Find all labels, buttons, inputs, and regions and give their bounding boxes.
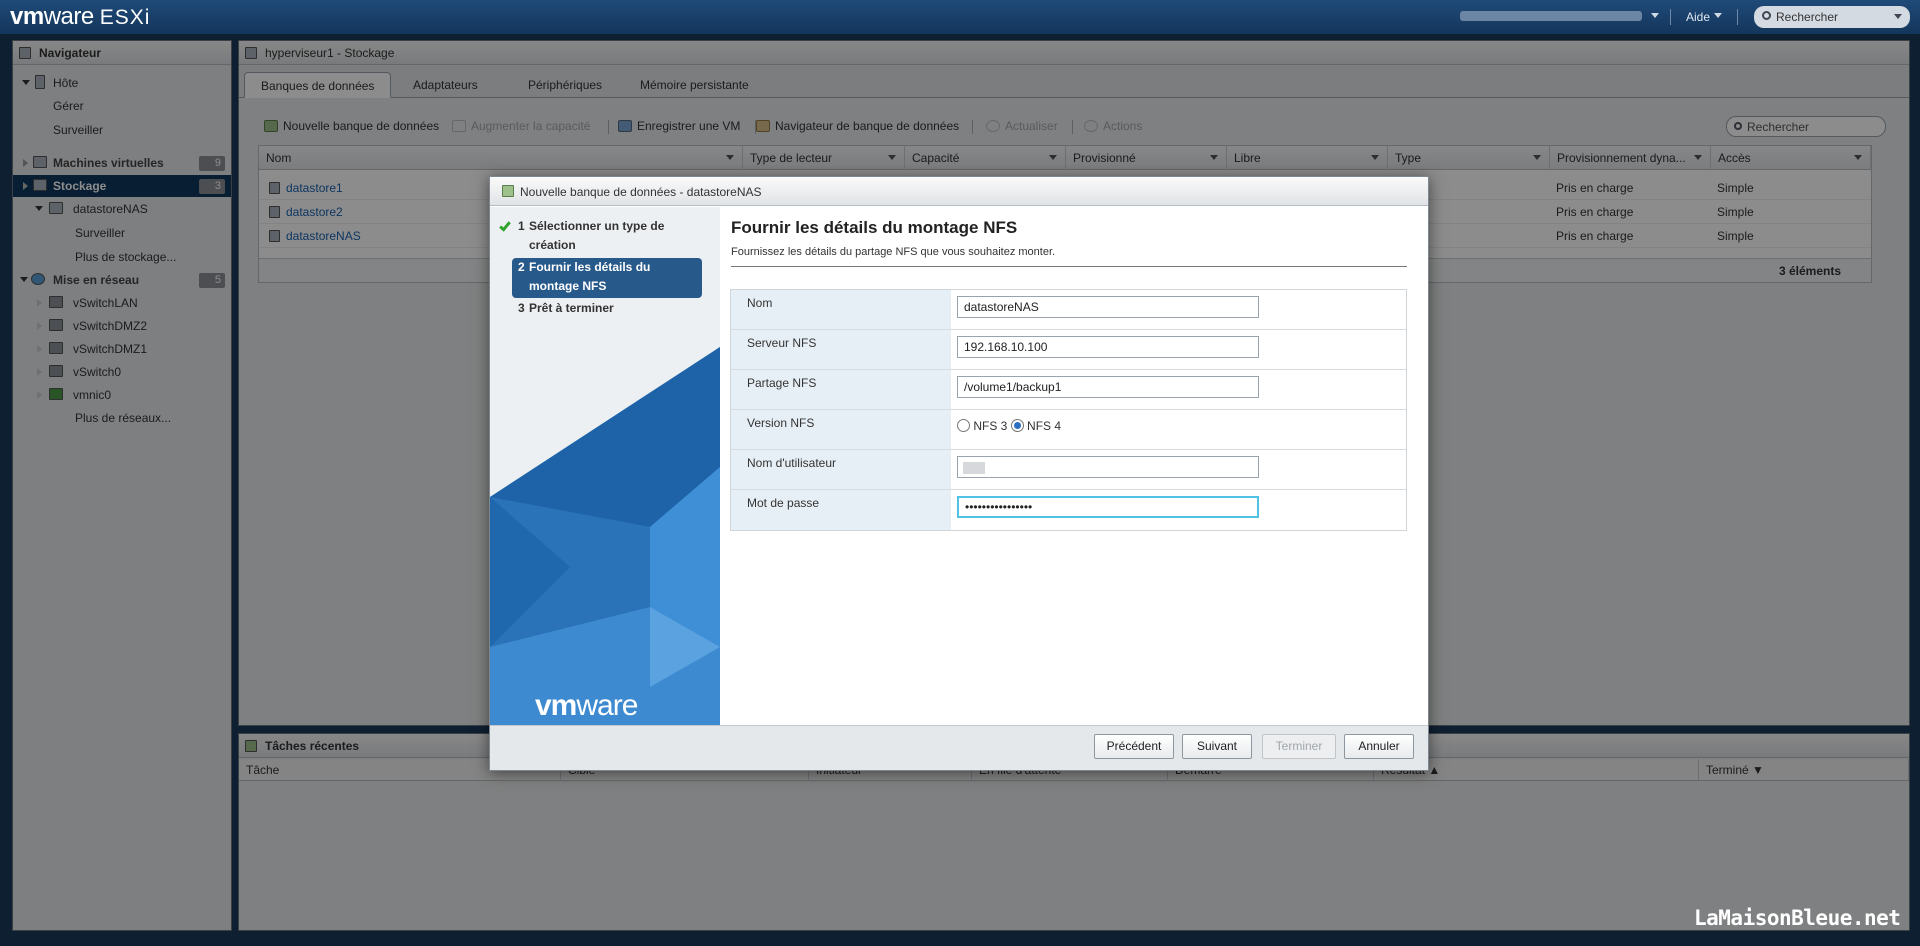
nfs-version-label: Version NFS (731, 410, 951, 449)
back-button[interactable]: Précédent (1094, 734, 1174, 759)
vmware-logo: vmware (535, 689, 638, 722)
dialog-footer: Précédent Suivant Terminer Annuler (490, 725, 1428, 770)
nfs-share-label: Partage NFS (731, 370, 951, 409)
chevron-down-icon[interactable] (1894, 14, 1902, 19)
wizard-step-1[interactable]: 1 Sélectionner un type de création (499, 217, 702, 257)
new-datastore-icon (502, 185, 514, 197)
checkmark-icon (499, 219, 511, 232)
wizard-step-2[interactable]: 2 Fournir les détails du montage NFS (512, 258, 702, 298)
nfs3-label: NFS 3 (973, 419, 1008, 433)
cancel-button[interactable]: Annuler (1344, 734, 1414, 759)
wizard-step-3[interactable]: 3 Prêt à terminer (512, 299, 702, 319)
search-placeholder: Rechercher (1776, 10, 1839, 24)
datastore-name-input[interactable] (957, 296, 1259, 318)
divider (731, 266, 1407, 267)
separator (1737, 9, 1738, 25)
password-input[interactable] (957, 496, 1259, 518)
chevron-down-icon[interactable] (1714, 13, 1722, 18)
user-menu[interactable] (1460, 11, 1642, 21)
wizard-content: Fournir les détails du montage NFS Fourn… (720, 207, 1428, 725)
nfs-form: Nom Serveur NFS Partage NFS Version NFS … (730, 289, 1407, 531)
nfs3-radio[interactable] (957, 419, 970, 432)
nfs4-radio[interactable] (1010, 419, 1024, 432)
help-menu[interactable]: Aide (1686, 10, 1710, 24)
nfs-share-input[interactable] (957, 376, 1259, 398)
nfs-version-group: NFS 3 NFS 4 (957, 419, 1061, 433)
name-label: Nom (731, 290, 951, 329)
global-search-input[interactable]: Rechercher (1754, 6, 1910, 28)
chevron-down-icon[interactable] (1651, 13, 1659, 18)
new-datastore-dialog: Nouvelle banque de données - datastoreNA… (489, 176, 1429, 771)
separator (1670, 9, 1671, 25)
finish-button[interactable]: Terminer (1262, 734, 1336, 759)
nfs-server-label: Serveur NFS (731, 330, 951, 369)
nfs4-label: NFS 4 (1027, 419, 1062, 433)
wizard-decoration (490, 347, 720, 725)
username-label: Nom d'utilisateur (731, 450, 951, 489)
search-icon (1762, 11, 1771, 20)
vmware-esxi-logo: vmware ESXi (10, 3, 151, 30)
wizard-steps-panel: 1 Sélectionner un type de création 2 Fou… (490, 207, 720, 725)
top-bar: vmware ESXi Aide Rechercher (0, 0, 1920, 34)
step-heading: Fournir les détails du montage NFS (731, 218, 1018, 237)
step-subtitle: Fournissez les détails du partage NFS qu… (731, 246, 1056, 258)
password-label: Mot de passe (731, 490, 951, 530)
nfs-server-input[interactable] (957, 336, 1259, 358)
dialog-title: Nouvelle banque de données - datastoreNA… (520, 185, 762, 199)
blurred-username (963, 462, 985, 474)
username-input[interactable] (957, 456, 1259, 478)
next-button[interactable]: Suivant (1182, 734, 1252, 759)
watermark: LaMaisonBleue.net (1694, 906, 1901, 930)
